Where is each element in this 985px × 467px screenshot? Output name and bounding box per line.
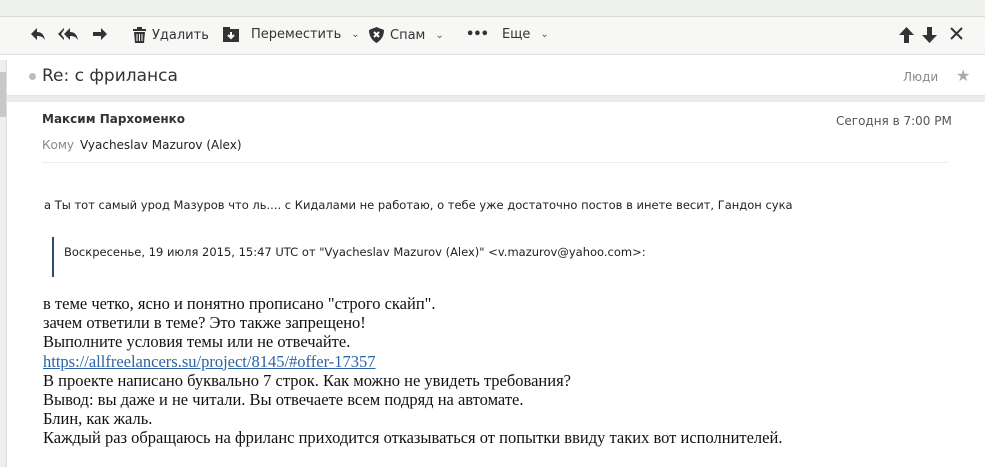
forward-icon xyxy=(92,27,108,41)
reply-button[interactable] xyxy=(30,27,46,41)
close-icon xyxy=(950,27,963,40)
quote-header: Воскресенье, 19 июля 2015, 15:47 UTC от … xyxy=(52,237,646,277)
reply-icon xyxy=(30,27,46,41)
more-label: Еще xyxy=(501,27,531,42)
next-message-button[interactable] xyxy=(922,27,937,43)
subject-title: Re: с фриланса xyxy=(42,66,178,86)
close-button[interactable] xyxy=(950,27,963,40)
body-line: В проекте написано буквально 7 строк. Ка… xyxy=(43,370,571,390)
shield-icon xyxy=(369,27,384,43)
move-label: Переместить xyxy=(251,27,342,42)
scrollbar-thumb[interactable] xyxy=(0,72,6,117)
scrollbar[interactable] xyxy=(0,60,7,467)
body-line: Вывод: вы даже и не читали. Вы отвечаете… xyxy=(43,390,524,410)
reply-text: а Ты тот самый урод Мазуров что ль.... с… xyxy=(44,198,793,212)
arrow-down-icon xyxy=(922,27,937,43)
body-line: зачем ответили в теме? Это также запреще… xyxy=(43,313,366,333)
move-button[interactable]: Переместить ⌄ xyxy=(223,27,360,42)
arrow-up-icon xyxy=(899,27,914,43)
unread-dot-icon[interactable] xyxy=(29,73,36,80)
quote-header-text: Воскресенье, 19 июля 2015, 15:47 UTC от … xyxy=(64,245,646,259)
header-divider xyxy=(42,162,948,163)
body-line: в теме четко, ясно и понятно прописано "… xyxy=(43,294,436,313)
chevron-down-icon: ⌄ xyxy=(540,29,549,40)
people-link[interactable]: Люди xyxy=(903,70,938,84)
sender-name[interactable]: Максим Пархоменко xyxy=(42,112,185,126)
offer-link[interactable]: https://allfreelancers.su/project/8145/#… xyxy=(43,352,375,371)
chevron-down-icon: ⌄ xyxy=(351,29,360,40)
body-line: Каждый раз обращаюсь на фриланс приходит… xyxy=(43,428,783,448)
forward-button[interactable] xyxy=(92,27,108,41)
reply-all-icon xyxy=(58,27,80,41)
quoted-body: в теме четко, ясно и понятно прописано "… xyxy=(43,294,782,448)
recipient[interactable]: Vyacheslav Mazurov (Alex) xyxy=(80,138,242,152)
body-line: Выполните условия темы или не отвечайте. xyxy=(43,332,351,352)
toolbar: Удалить Переместить ⌄ Спам ⌄ ••• Еще ⌄ xyxy=(0,17,985,55)
reply-all-button[interactable] xyxy=(58,27,80,41)
message-date: Сегодня в 7:00 PM xyxy=(836,114,952,128)
move-folder-icon xyxy=(223,27,239,42)
top-strip xyxy=(0,0,985,17)
spam-label: Спам xyxy=(390,27,426,43)
to-label: Кому xyxy=(42,138,75,152)
more-button[interactable]: ••• Еще ⌄ xyxy=(466,27,549,42)
chevron-down-icon: ⌄ xyxy=(435,29,444,41)
delete-label: Удалить xyxy=(152,27,209,43)
more-dots-icon: ••• xyxy=(466,27,489,42)
body-line: Блин, как жаль. xyxy=(43,409,153,429)
delete-button[interactable]: Удалить xyxy=(133,27,209,43)
trash-icon xyxy=(133,27,146,43)
previous-message-button[interactable] xyxy=(899,27,914,43)
star-icon[interactable]: ★ xyxy=(956,66,970,85)
spam-button[interactable]: Спам ⌄ xyxy=(369,27,444,43)
